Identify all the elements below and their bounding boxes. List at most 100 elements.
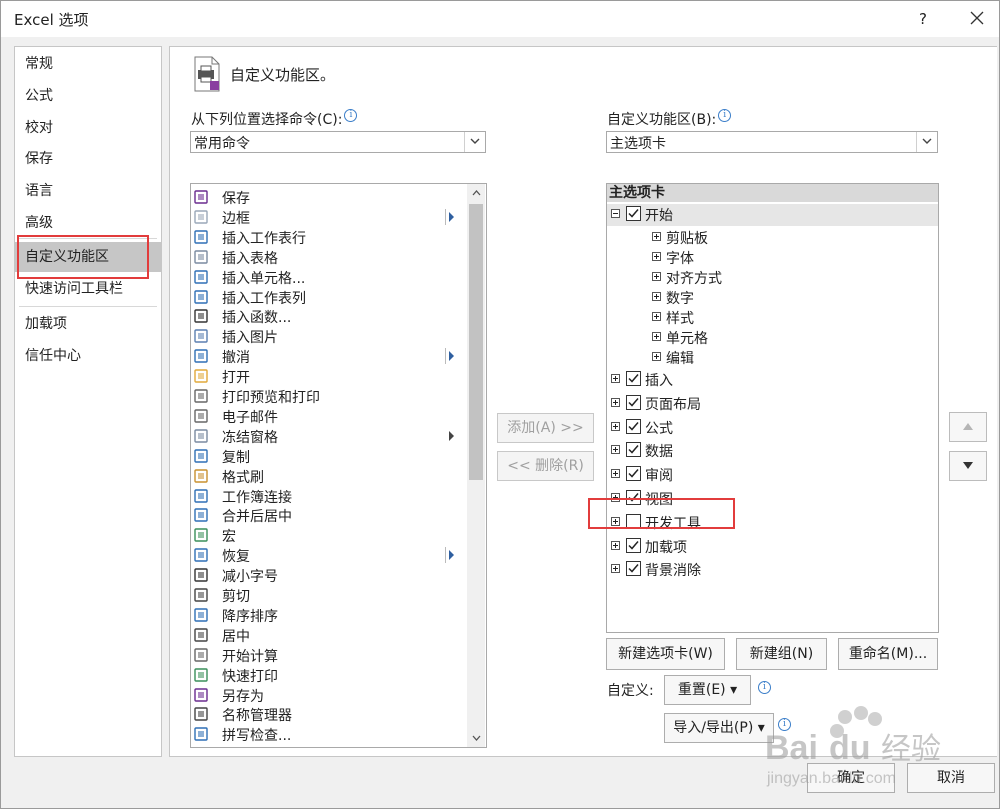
expand-icon[interactable] — [652, 272, 661, 281]
expand-icon[interactable] — [611, 469, 620, 479]
move-down-button[interactable] — [949, 451, 987, 481]
tab-checkbox[interactable] — [626, 442, 641, 458]
tree-tab-item[interactable]: 数据 — [607, 440, 938, 462]
tab-checkbox[interactable] — [626, 537, 641, 553]
command-item[interactable]: 保存 — [191, 187, 467, 207]
command-item[interactable]: 复制 — [191, 446, 467, 466]
customize-ribbon-dropdown[interactable]: 主选项卡 — [606, 131, 938, 153]
command-item[interactable]: 拼写检查... — [191, 724, 467, 744]
command-item[interactable]: 恢复 — [191, 545, 467, 565]
command-item[interactable]: 插入工作表列 — [191, 287, 467, 307]
expand-icon[interactable] — [611, 374, 620, 383]
command-item[interactable]: 格式刷 — [191, 466, 467, 486]
expand-icon[interactable] — [611, 564, 620, 574]
command-item[interactable]: 开始计算 — [191, 645, 467, 665]
tree-tab-item[interactable]: 视图 — [607, 488, 938, 510]
tab-checkbox[interactable] — [626, 513, 641, 529]
tab-checkbox[interactable] — [626, 394, 641, 410]
tree-group-item[interactable]: 数字 — [607, 287, 938, 309]
tree-group-item[interactable]: 对齐方式 — [607, 267, 938, 289]
tab-checkbox[interactable] — [626, 561, 641, 577]
expand-icon[interactable] — [611, 540, 620, 550]
sidebar-item-quick-access-toolbar[interactable]: 快速访问工具栏 — [15, 274, 161, 304]
command-item[interactable]: 剪切 — [191, 585, 467, 605]
command-item[interactable]: 合并后居中 — [191, 505, 467, 525]
expand-icon[interactable] — [611, 493, 620, 502]
command-item[interactable]: 插入单元格... — [191, 267, 467, 287]
command-item[interactable]: 插入表格 — [191, 247, 467, 267]
sidebar-item-trust-center[interactable]: 信任中心 — [15, 341, 161, 371]
tree-group-item[interactable]: 字体 — [607, 247, 938, 269]
cancel-button[interactable]: 取消 — [907, 763, 995, 793]
command-item[interactable]: 名称管理器 — [191, 704, 467, 724]
sidebar-item-formulas[interactable]: 公式 — [15, 81, 161, 111]
sidebar-item-general[interactable]: 常规 — [15, 49, 161, 79]
tree-group-item[interactable]: 样式 — [607, 307, 938, 329]
tab-checkbox[interactable] — [626, 371, 641, 386]
tab-checkbox[interactable] — [626, 418, 641, 434]
add-button[interactable]: 添加(A) >> — [497, 413, 594, 443]
sidebar-item-proofing[interactable]: 校对 — [15, 113, 161, 143]
command-item[interactable]: 宏 — [191, 525, 467, 545]
command-item[interactable]: 插入工作表行 — [191, 227, 467, 247]
scroll-thumb[interactable] — [469, 204, 483, 480]
close-button[interactable] — [961, 5, 993, 33]
command-item[interactable]: 边框 — [191, 207, 467, 227]
expand-icon[interactable] — [611, 445, 620, 455]
tree-group-item[interactable]: 单元格 — [607, 327, 938, 349]
command-item[interactable]: 减小字号 — [191, 565, 467, 585]
tab-checkbox[interactable] — [626, 206, 641, 221]
expand-icon[interactable] — [652, 252, 661, 261]
expand-icon[interactable] — [652, 312, 661, 321]
expand-icon[interactable] — [611, 516, 620, 526]
command-item[interactable]: 打印预览和打印 — [191, 386, 467, 406]
tree-tab-item[interactable]: 背景消除 — [607, 559, 938, 581]
tab-checkbox[interactable] — [626, 490, 641, 505]
sidebar-item-save[interactable]: 保存 — [15, 144, 161, 174]
command-item[interactable]: 冻结窗格 — [191, 426, 467, 446]
command-item[interactable]: 工作簿连接 — [191, 486, 467, 506]
tree-tab-item[interactable]: 加载项 — [607, 536, 938, 558]
tab-checkbox[interactable] — [626, 466, 641, 482]
info-icon[interactable]: i — [718, 109, 732, 122]
expand-icon[interactable] — [652, 232, 661, 241]
help-button[interactable]: ? — [909, 7, 937, 31]
ok-button[interactable]: 确定 — [807, 763, 895, 793]
new-group-button[interactable]: 新建组(N) — [736, 638, 827, 670]
tree-group-item[interactable]: 编辑 — [607, 347, 938, 369]
expand-icon[interactable] — [652, 352, 661, 361]
commands-scrollbar[interactable] — [467, 184, 485, 747]
command-item[interactable]: 快速打印 — [191, 665, 467, 685]
new-tab-button[interactable]: 新建选项卡(W) — [606, 638, 725, 670]
command-item[interactable]: 降序排序 — [191, 605, 467, 625]
command-item[interactable]: 另存为 — [191, 685, 467, 705]
expand-icon[interactable] — [611, 397, 620, 407]
move-up-button[interactable] — [949, 412, 987, 442]
rename-button[interactable]: 重命名(M)... — [838, 638, 938, 670]
commands-list[interactable]: 保存 边框 插入工作表行 插入表格 插入单元格... 插入工作表列 插入函数... 插入图片撤… — [190, 183, 487, 748]
tree-tab-item[interactable]: 插入 — [607, 369, 938, 391]
sidebar-item-advanced[interactable]: 高级 — [15, 208, 161, 238]
tree-group-item[interactable]: 剪贴板 — [607, 227, 938, 249]
collapse-icon[interactable] — [611, 209, 620, 218]
expand-icon[interactable] — [611, 421, 620, 431]
command-item[interactable]: 居中 — [191, 625, 467, 645]
command-item[interactable]: 插入图片 — [191, 326, 467, 346]
expand-icon[interactable] — [652, 292, 661, 301]
sidebar-item-customize-ribbon[interactable]: 自定义功能区 — [15, 242, 161, 272]
command-item[interactable]: 打开 — [191, 366, 467, 386]
tree-tab-item[interactable]: 页面布局 — [607, 393, 938, 415]
info-icon[interactable]: i — [758, 681, 771, 694]
import-export-dropdown-button[interactable]: 导入/导出(P) ▾ — [664, 713, 774, 743]
expand-icon[interactable] — [652, 332, 661, 341]
command-item[interactable]: 撤消 — [191, 346, 467, 366]
info-icon[interactable]: i — [344, 109, 358, 122]
ribbon-tabs-tree[interactable]: 主选项卡 开始 剪贴板 字体 对齐方式 数字 样式 单元格 编辑 插入 页面布局 公式 数据 审阅 视图开… — [606, 183, 939, 633]
command-item[interactable]: 插入函数... — [191, 306, 467, 326]
choose-commands-dropdown[interactable]: 常用命令 — [190, 131, 486, 153]
reset-dropdown-button[interactable]: 重置(E) ▾ — [664, 675, 751, 705]
command-item[interactable]: 电子邮件 — [191, 406, 467, 426]
tree-tab-item[interactable]: 公式 — [607, 417, 938, 439]
tree-tab-item[interactable]: 审阅 — [607, 464, 938, 486]
sidebar-item-add-ins[interactable]: 加载项 — [15, 309, 161, 339]
